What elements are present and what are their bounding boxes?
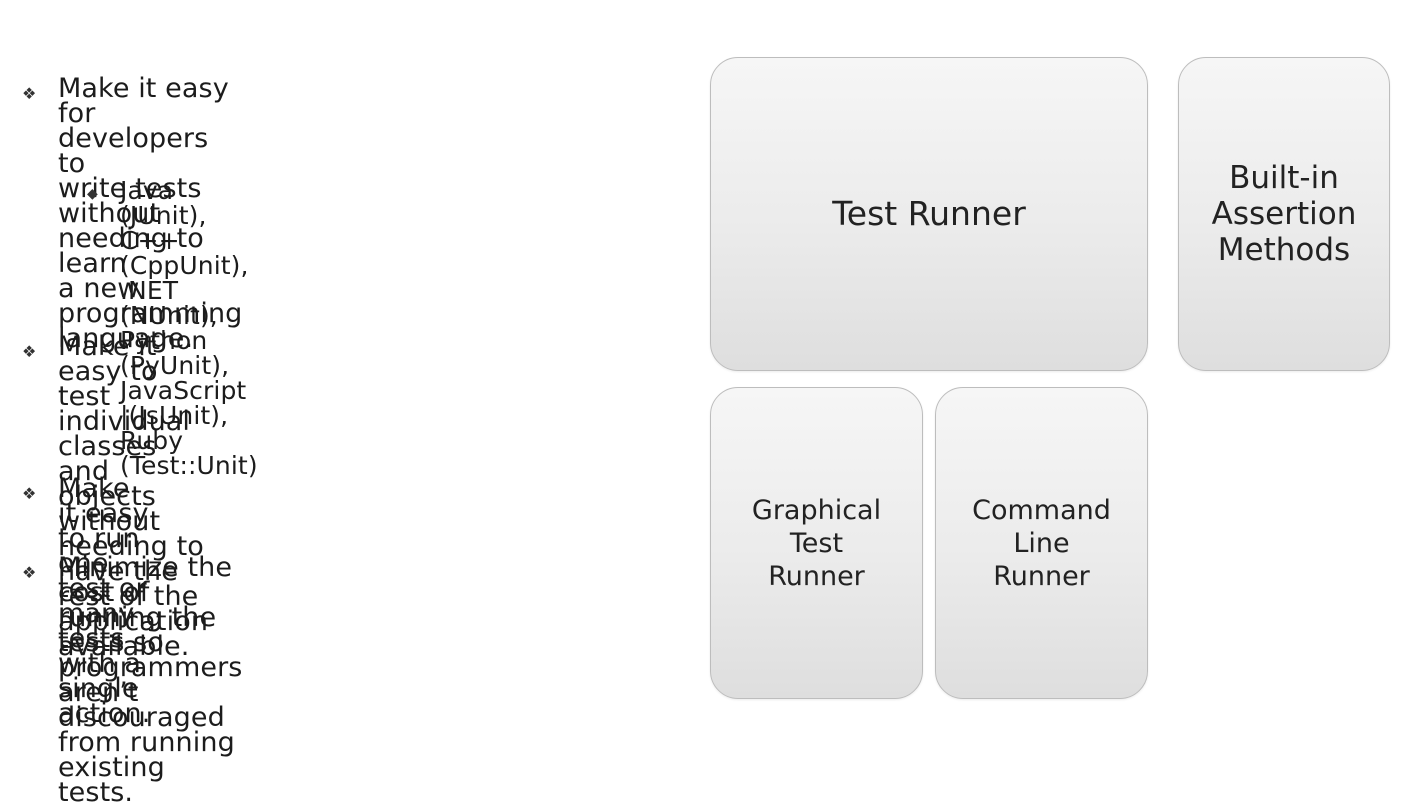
bullet-diamond-icon: ❖ — [22, 342, 37, 361]
command-line-runner-box: Command Line Runner — [935, 387, 1148, 699]
test-runner-label: Test Runner — [832, 194, 1026, 233]
assertion-methods-label: Built-in Assertion Methods — [1211, 160, 1357, 268]
bullet-list: ❖ Make it easy for developers to write t… — [0, 0, 660, 806]
bullet-diamond-icon: ❖ — [22, 563, 37, 582]
command-line-runner-label: Command Line Runner — [972, 494, 1111, 592]
bullet-diamond-icon: ❖ — [22, 484, 37, 503]
sub-bullet-diamond-icon: ◆ — [87, 186, 98, 202]
assertion-methods-box: Built-in Assertion Methods — [1178, 57, 1390, 371]
graphical-test-runner-box: Graphical Test Runner — [710, 387, 923, 699]
bullet-text: Minimize the cost of running the tests s… — [58, 552, 243, 808]
graphical-test-runner-label: Graphical Test Runner — [751, 494, 882, 592]
bullet-diamond-icon: ❖ — [22, 84, 37, 103]
framework-diagram: Test Runner Built-in Assertion Methods G… — [700, 50, 1400, 710]
test-runner-box: Test Runner — [710, 57, 1148, 371]
